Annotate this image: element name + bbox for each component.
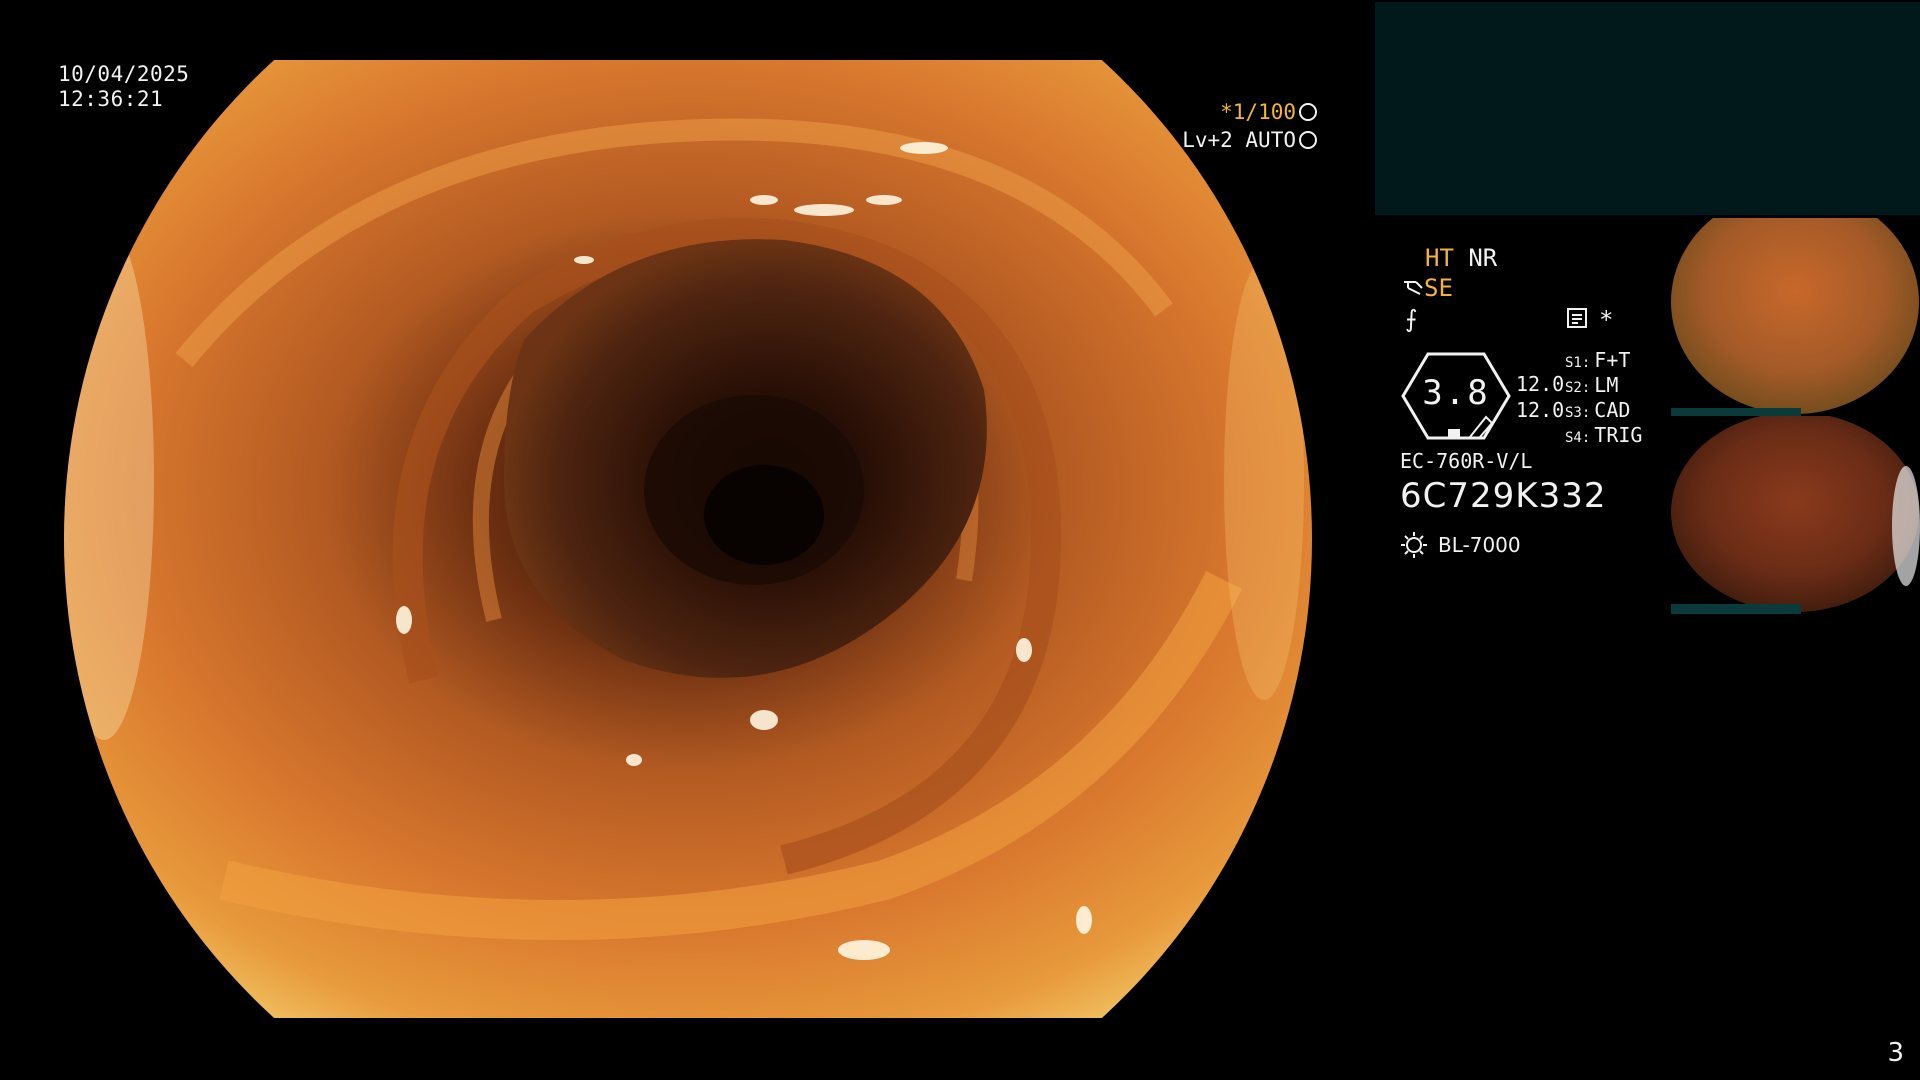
serial-number: 6C729K332 — [1400, 476, 1607, 516]
switch-key: S4: — [1565, 430, 1591, 446]
thumbnail-2[interactable] — [1671, 416, 1920, 614]
switch-value: LM — [1594, 373, 1619, 397]
nr-label: NR — [1468, 244, 1498, 272]
value-1: 12.0 — [1516, 372, 1565, 396]
page-number: 3 — [1887, 1038, 1904, 1068]
value-2: 12.0 — [1516, 398, 1565, 422]
shutter-text: *1/100 — [1220, 100, 1296, 124]
auto-icon — [1299, 131, 1317, 149]
se-label: SE — [1424, 274, 1453, 302]
switch-value: F+T — [1594, 348, 1631, 372]
star-indicator: * — [1599, 306, 1614, 334]
switch-s1: S1: F+T — [1565, 348, 1630, 372]
doc-icon — [1567, 308, 1587, 328]
time-text: 12:36:21 — [58, 87, 164, 111]
light-source: BL-7000 — [1438, 533, 1521, 557]
endoscope-view — [64, 60, 1312, 1018]
ht-label: HT — [1425, 244, 1454, 272]
switch-s3: S3: CAD — [1565, 398, 1630, 422]
light-icon — [1401, 532, 1427, 558]
level-text: Lv+2 AUTO — [1182, 128, 1296, 152]
thumbnail-image — [1671, 218, 1920, 416]
thumbnail-1[interactable] — [1671, 218, 1920, 416]
se-indicator: SE — [1402, 274, 1453, 302]
switch-value: CAD — [1594, 398, 1631, 422]
date-time: 10/04/2025 12:36:21 — [58, 62, 189, 112]
f-symbol: ⨍ — [1405, 305, 1418, 333]
switch-key: S2: — [1565, 380, 1591, 396]
level-readout: Lv+2 AUTO — [1182, 128, 1317, 152]
switch-key: S3: — [1565, 405, 1591, 421]
date-text: 10/04/2025 — [58, 62, 190, 86]
scope-icon — [1404, 281, 1423, 295]
switch-s4: S4: TRIG — [1565, 423, 1642, 447]
shutter-readout: *1/100 — [1220, 100, 1317, 124]
thumbnail-image — [1671, 416, 1920, 614]
ht-nr-indicator: HT NR — [1425, 244, 1497, 272]
info-box — [1375, 2, 1920, 215]
switch-key: S1: — [1565, 355, 1591, 371]
shutter-icon — [1299, 103, 1317, 121]
scope-model: EC-760R-V/L — [1400, 449, 1533, 473]
switch-s2: S2: LM — [1565, 373, 1618, 397]
switch-value: TRIG — [1594, 423, 1643, 447]
hex-value: 3.8 — [1422, 373, 1490, 413]
